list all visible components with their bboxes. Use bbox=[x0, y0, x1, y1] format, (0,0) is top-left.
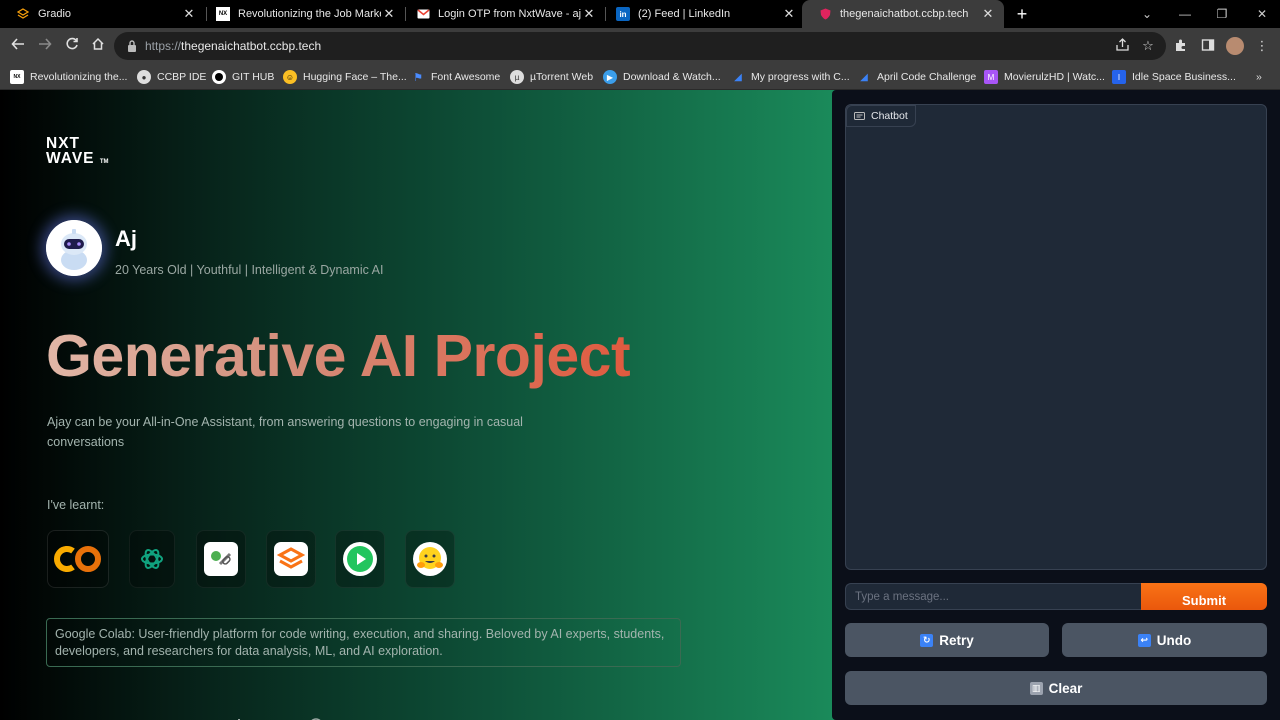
chatbot-label: Chatbot bbox=[846, 105, 916, 127]
tab-title: Gradio bbox=[38, 8, 72, 20]
tab-title: (2) Feed | LinkedIn bbox=[638, 8, 731, 20]
bookmark-item[interactable]: µ µTorrent Web bbox=[510, 69, 593, 85]
close-tab-icon[interactable]: ✕ bbox=[381, 6, 397, 22]
close-tab-icon[interactable]: ✕ bbox=[980, 6, 996, 22]
message-input[interactable] bbox=[845, 583, 1141, 610]
google-colab-icon bbox=[54, 546, 101, 572]
shield-icon bbox=[818, 7, 832, 21]
bookmark-item[interactable]: ● CCBP IDE bbox=[137, 69, 206, 85]
profile-avatar[interactable] bbox=[1226, 37, 1244, 55]
forward-button[interactable] bbox=[35, 36, 55, 56]
chat-panel: Chatbot Submit ↻Retry ↩Undo ▥Clear bbox=[832, 90, 1280, 720]
bookmark-item[interactable]: ◢ My progress with C... bbox=[731, 69, 849, 85]
menu-icon[interactable]: ⋮ bbox=[1254, 38, 1270, 54]
tab-linkedin[interactable]: in (2) Feed | LinkedIn ✕ bbox=[600, 0, 805, 28]
gradio-icon bbox=[16, 7, 30, 21]
tab-bar: Gradio ✕ NX Revolutionizing the Job Mark… bbox=[0, 0, 1280, 28]
close-window-button[interactable]: ✕ bbox=[1252, 4, 1272, 24]
tab-title: thegenaichatbot.ccbp.tech bbox=[840, 8, 969, 20]
reload-button[interactable] bbox=[62, 36, 82, 56]
hugging-face-icon bbox=[413, 542, 447, 576]
bookmark-item[interactable]: GIT HUB bbox=[212, 69, 274, 85]
bookmark-star-icon[interactable]: ☆ bbox=[1140, 38, 1156, 54]
address-bar[interactable]: https://thegenaichatbot.ccbp.tech ☆ bbox=[114, 32, 1166, 60]
lock-icon bbox=[126, 39, 140, 53]
close-tab-icon[interactable]: ✕ bbox=[781, 6, 797, 22]
langchain-icon bbox=[204, 542, 238, 576]
footer-links bbox=[46, 712, 396, 720]
url-text: https://thegenaichatbot.ccbp.tech bbox=[145, 39, 322, 53]
clear-button[interactable]: ▥ Clear bbox=[845, 671, 1267, 705]
extensions-icon[interactable] bbox=[1173, 38, 1189, 54]
chart-icon: ◢ bbox=[734, 71, 742, 83]
more-bookmarks-icon[interactable]: » bbox=[1256, 69, 1262, 85]
close-tab-icon[interactable]: ✕ bbox=[581, 6, 597, 22]
utorrent-icon: µ bbox=[510, 70, 524, 84]
home-button[interactable] bbox=[88, 36, 108, 56]
nxtwave-icon: NX bbox=[216, 7, 230, 21]
back-button[interactable] bbox=[8, 36, 28, 56]
bookmark-item[interactable]: ☺ Hugging Face – The... bbox=[283, 69, 407, 85]
linkedin-icon: in bbox=[616, 7, 630, 21]
bookmarks-bar: NX Revolutionizing the... ● CCBP IDE GIT H… bbox=[0, 64, 1280, 90]
share-icon[interactable] bbox=[1114, 38, 1130, 54]
side-panel-icon[interactable] bbox=[1200, 38, 1216, 54]
undo-button[interactable]: ↩ Undo bbox=[1062, 623, 1267, 657]
bot-name: Aj bbox=[115, 226, 137, 251]
github-icon bbox=[212, 70, 226, 84]
tab-genai-chatbot[interactable]: thegenaichatbot.ccbp.tech ✕ bbox=[802, 0, 1004, 28]
undo-icon: ↩ bbox=[1137, 633, 1151, 647]
skills-label: I've learnt: bbox=[47, 498, 105, 512]
chatbot-window[interactable]: Chatbot bbox=[845, 104, 1267, 570]
page-description: Ajay can be your All-in-One Assistant, f… bbox=[47, 415, 523, 449]
retry-button[interactable]: ↻ Retry bbox=[845, 623, 1049, 657]
bookmark-item[interactable]: ◢ April Code Challenge bbox=[857, 69, 976, 85]
bookmark-item[interactable]: M MovierulzHD | Watc... bbox=[984, 69, 1105, 85]
play-icon bbox=[343, 542, 377, 576]
gmail-icon bbox=[416, 7, 430, 21]
bot-subtitle: 20 Years Old | Youthful | Intelligent & … bbox=[115, 263, 384, 277]
chart-icon: ◢ bbox=[860, 71, 868, 83]
bot-avatar bbox=[46, 220, 102, 276]
nxtwave-logo: NXT WAVE TM bbox=[46, 135, 109, 167]
submit-button[interactable]: Submit bbox=[1141, 583, 1267, 610]
tab-title: Login OTP from NxtWave - ajayr bbox=[438, 8, 581, 20]
tab-gradio[interactable]: Gradio ✕ bbox=[0, 0, 205, 28]
skill-google-colab[interactable] bbox=[47, 530, 109, 588]
tab-title: Revolutionizing the Job Market | bbox=[238, 8, 381, 20]
browser-toolbar: https://thegenaichatbot.ccbp.tech ☆ ⋮ bbox=[0, 28, 1280, 64]
skill-langchain[interactable] bbox=[196, 530, 246, 588]
nxtwave-icon: NX bbox=[10, 70, 24, 84]
chat-icon bbox=[854, 111, 865, 120]
bookmark-item[interactable]: ⚑ Font Awesome bbox=[411, 69, 500, 85]
bookmark-item[interactable]: I Idle Space Business... bbox=[1112, 69, 1236, 85]
robot-icon bbox=[46, 220, 102, 276]
openai-icon bbox=[141, 549, 163, 569]
page-content: NXT WAVE TM Aj 20 Years Old | Youthful |… bbox=[0, 90, 1280, 720]
skill-gradio[interactable] bbox=[266, 530, 316, 588]
restore-button[interactable]: ❐ bbox=[1212, 4, 1232, 24]
flag-icon: ⚑ bbox=[413, 71, 423, 84]
page-title: Generative AI Project bbox=[46, 323, 631, 389]
hugging-face-icon: ☺ bbox=[283, 70, 297, 84]
skill-openai[interactable] bbox=[129, 530, 175, 588]
tab-gmail[interactable]: Login OTP from NxtWave - ajayr ✕ bbox=[400, 0, 605, 28]
globe-icon: ● bbox=[137, 70, 151, 84]
skill-media-player[interactable] bbox=[335, 530, 385, 588]
close-tab-icon[interactable]: ✕ bbox=[181, 6, 197, 22]
minimize-button[interactable]: — bbox=[1175, 4, 1195, 24]
bookmark-item[interactable]: ▶ Download & Watch... bbox=[603, 69, 721, 85]
gradio-icon bbox=[274, 542, 308, 576]
play-icon: ▶ bbox=[603, 70, 617, 84]
retry-icon: ↻ bbox=[920, 633, 934, 647]
bookmark-item[interactable]: NX Revolutionizing the... bbox=[10, 69, 127, 85]
movie-icon: M bbox=[984, 70, 998, 84]
tab-search-icon[interactable]: ⌄ bbox=[1137, 4, 1157, 24]
tab-nxtwave-job-market[interactable]: NX Revolutionizing the Job Market | ✕ bbox=[200, 0, 405, 28]
new-tab-button[interactable]: + bbox=[1012, 4, 1032, 24]
game-icon: I bbox=[1112, 70, 1126, 84]
skill-description-box: Google Colab: User-friendly platform for… bbox=[46, 618, 681, 667]
trash-icon: ▥ bbox=[1029, 681, 1043, 695]
skill-hugging-face[interactable] bbox=[405, 530, 455, 588]
